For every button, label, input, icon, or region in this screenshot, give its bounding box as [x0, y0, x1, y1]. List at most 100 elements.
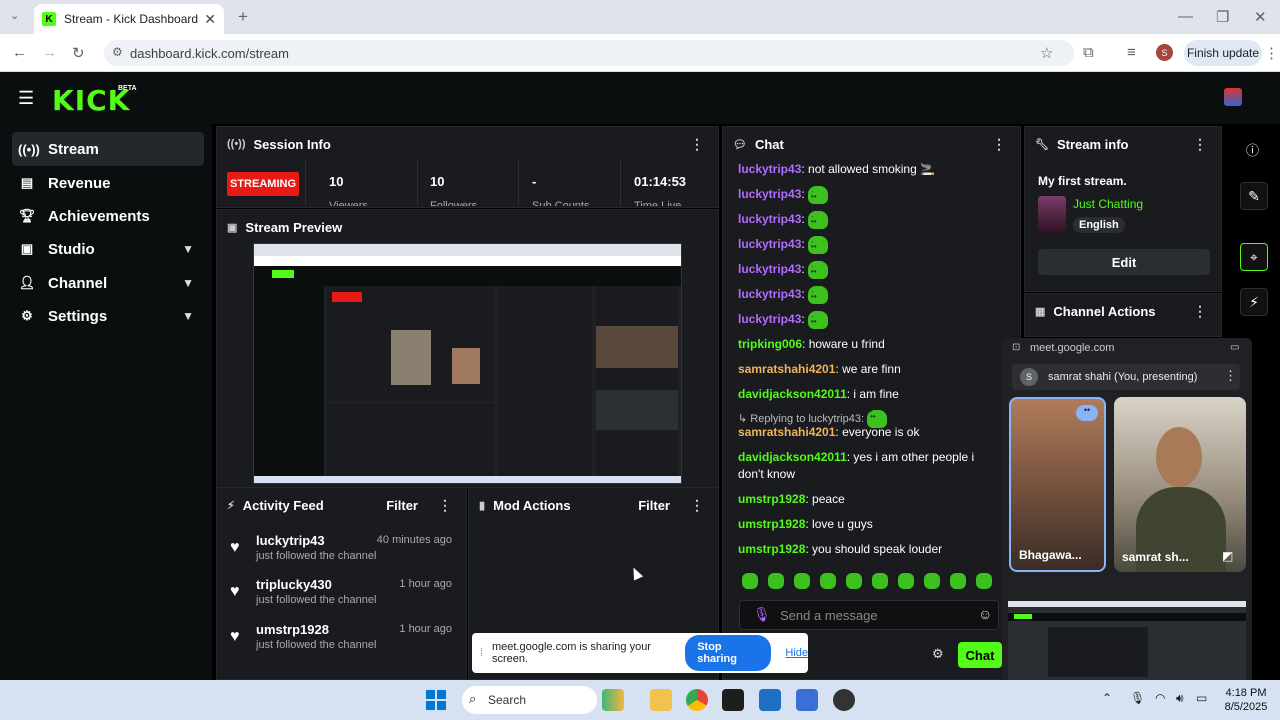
- extensions-icon[interactable]: ⧉: [1083, 44, 1094, 61]
- chat-message: luckytrip43: not allowed smoking 🚬: [738, 162, 936, 176]
- follower-name[interactable]: luckytrip43: [256, 533, 325, 548]
- chevron-up-icon[interactable]: ⌃: [1102, 691, 1112, 705]
- emote-bar[interactable]: [742, 573, 1004, 594]
- chat-username[interactable]: luckytrip43: [738, 312, 801, 326]
- bookmark-star-icon[interactable]: ☆: [1040, 44, 1053, 62]
- wifi-icon[interactable]: ◠: [1155, 691, 1165, 705]
- volume-icon[interactable]: 🔊︎: [1176, 691, 1184, 706]
- participant-tile[interactable]: samrat sh...: [1114, 397, 1246, 572]
- chat-username[interactable]: luckytrip43: [738, 212, 801, 226]
- maximize-icon[interactable]: ❐: [1216, 8, 1229, 26]
- chat-username[interactable]: umstrp1928: [738, 492, 805, 506]
- divider: [620, 160, 621, 206]
- more-options-icon[interactable]: ⋮: [1193, 136, 1207, 153]
- more-options-icon[interactable]: ⋮: [1193, 303, 1207, 320]
- sidebar-item-settings[interactable]: ⚙ Settings ▼: [12, 299, 204, 333]
- emote-icon: [808, 261, 829, 280]
- chat-username[interactable]: umstrp1928: [738, 517, 805, 531]
- presenter-bar: samrat shahi (You, presenting): [1012, 364, 1240, 390]
- filter-button[interactable]: Filter: [638, 498, 670, 513]
- filter-button[interactable]: Filter: [386, 498, 418, 513]
- taskbar-search[interactable]: Search: [462, 686, 597, 714]
- minimize-icon[interactable]: —: [1178, 8, 1193, 25]
- chart-icon: ▤: [20, 175, 34, 190]
- microphone-icon[interactable]: 🎙︎: [1130, 691, 1145, 705]
- chat-username[interactable]: luckytrip43: [738, 237, 801, 251]
- hide-button[interactable]: Hide: [785, 647, 808, 659]
- more-options-icon[interactable]: ⋮: [992, 136, 1006, 153]
- stop-sharing-button[interactable]: Stop sharing: [685, 635, 772, 671]
- finish-update-button[interactable]: Finish update: [1184, 40, 1262, 66]
- info-icon[interactable]: ⓘ: [1246, 140, 1259, 159]
- more-options-icon[interactable]: ⋮: [438, 497, 452, 514]
- wrench-icon: 🔧︎: [1035, 138, 1049, 151]
- lightning-icon[interactable]: ⚡︎: [1240, 288, 1268, 316]
- chat-username[interactable]: davidjackson42011: [738, 387, 847, 401]
- panel-title: Session Info: [253, 136, 331, 152]
- chat-username[interactable]: davidjackson42011: [738, 450, 847, 464]
- chat-username[interactable]: samratshahi4201: [738, 362, 835, 376]
- back-icon[interactable]: ←: [12, 44, 27, 61]
- windows-start-icon[interactable]: [426, 690, 446, 710]
- follower-name[interactable]: umstrp1928: [256, 622, 329, 637]
- clock-date: 8/5/2025: [1224, 701, 1268, 713]
- forward-icon[interactable]: →: [42, 44, 57, 61]
- hamburger-menu-icon[interactable]: ☰: [18, 88, 34, 109]
- send-chat-button[interactable]: Chat: [958, 642, 1002, 668]
- tab-list-icon[interactable]: ⌄: [10, 9, 19, 22]
- app-icon[interactable]: [722, 689, 744, 711]
- participant-tile[interactable]: •• Bhagawa...: [1009, 397, 1106, 572]
- battery-icon[interactable]: ▭: [1196, 691, 1207, 705]
- chat-username[interactable]: umstrp1928: [738, 542, 805, 556]
- participant-name: samrat sh...: [1122, 550, 1189, 564]
- new-tab-icon[interactable]: +: [238, 7, 248, 27]
- sidebar-item-revenue[interactable]: ▤ Revenue: [12, 166, 204, 200]
- emoji-icon[interactable]: ☺: [978, 606, 992, 622]
- chat-message-input[interactable]: Send a message: [739, 600, 999, 630]
- user-avatar[interactable]: [1224, 88, 1242, 106]
- more-options-icon[interactable]: ⋮: [1224, 368, 1237, 384]
- browser-tab[interactable]: K Stream - Kick Dashboard ✕: [34, 4, 224, 34]
- chrome-icon[interactable]: [686, 689, 708, 711]
- more-options-icon[interactable]: ⋮: [690, 497, 704, 514]
- emote-icon: [808, 211, 829, 230]
- sidebar-item-channel[interactable]: 👤︎ Channel ▼: [12, 266, 204, 300]
- lock-icon: ⊡: [1012, 342, 1021, 353]
- pip-back-icon[interactable]: ▭: [1230, 342, 1239, 353]
- category-link[interactable]: Just Chatting: [1073, 197, 1143, 211]
- camera-focus-icon[interactable]: ⌖: [1240, 243, 1268, 271]
- chat-username[interactable]: luckytrip43: [738, 262, 801, 276]
- sidebar-item-stream[interactable]: ((•)) Stream: [12, 132, 204, 166]
- app-icon[interactable]: [796, 689, 818, 711]
- panel-header: 💬︎ Chat ⋮: [723, 127, 1020, 161]
- microphone-icon[interactable]: 🎙︎: [753, 606, 771, 623]
- sidebar-item-studio[interactable]: ▣ Studio ▼: [12, 232, 204, 266]
- edit-stream-button[interactable]: Edit: [1038, 249, 1210, 275]
- url-bar[interactable]: dashboard.kick.com/stream: [104, 40, 1074, 66]
- profile-avatar[interactable]: S: [1156, 44, 1173, 61]
- media-control-icon[interactable]: ≡: [1127, 44, 1136, 61]
- search-label: Search: [488, 693, 527, 707]
- taskbar-clock[interactable]: 4:18 PM 8/5/2025: [1216, 686, 1276, 714]
- chat-username[interactable]: tripking006: [738, 337, 802, 351]
- close-window-icon[interactable]: ✕: [1254, 8, 1267, 26]
- chat-username[interactable]: luckytrip43: [738, 187, 801, 201]
- chat-settings-icon[interactable]: ⚙: [932, 646, 944, 662]
- follower-name[interactable]: triplucky430: [256, 577, 332, 592]
- more-options-icon[interactable]: ⋮: [690, 136, 704, 153]
- reload-icon[interactable]: ↻: [72, 44, 85, 62]
- obs-icon[interactable]: [833, 689, 855, 711]
- stream-preview-video[interactable]: [253, 243, 682, 484]
- site-info-icon[interactable]: ⚙: [112, 45, 123, 59]
- chat-username[interactable]: luckytrip43: [738, 162, 801, 176]
- close-tab-icon[interactable]: ✕: [204, 11, 216, 28]
- pencil-icon[interactable]: ✎: [1240, 182, 1268, 210]
- panel-title: Channel Actions: [1053, 303, 1156, 319]
- sidebar-item-achievements[interactable]: 🏆︎ Achievements: [12, 199, 204, 233]
- chat-username[interactable]: luckytrip43: [738, 287, 801, 301]
- file-explorer-icon[interactable]: [650, 689, 672, 711]
- browser-menu-icon[interactable]: ⋮: [1264, 44, 1279, 62]
- widgets-icon[interactable]: [602, 689, 624, 711]
- app-icon[interactable]: [759, 689, 781, 711]
- drag-handle-icon[interactable]: ⁞: [480, 647, 483, 659]
